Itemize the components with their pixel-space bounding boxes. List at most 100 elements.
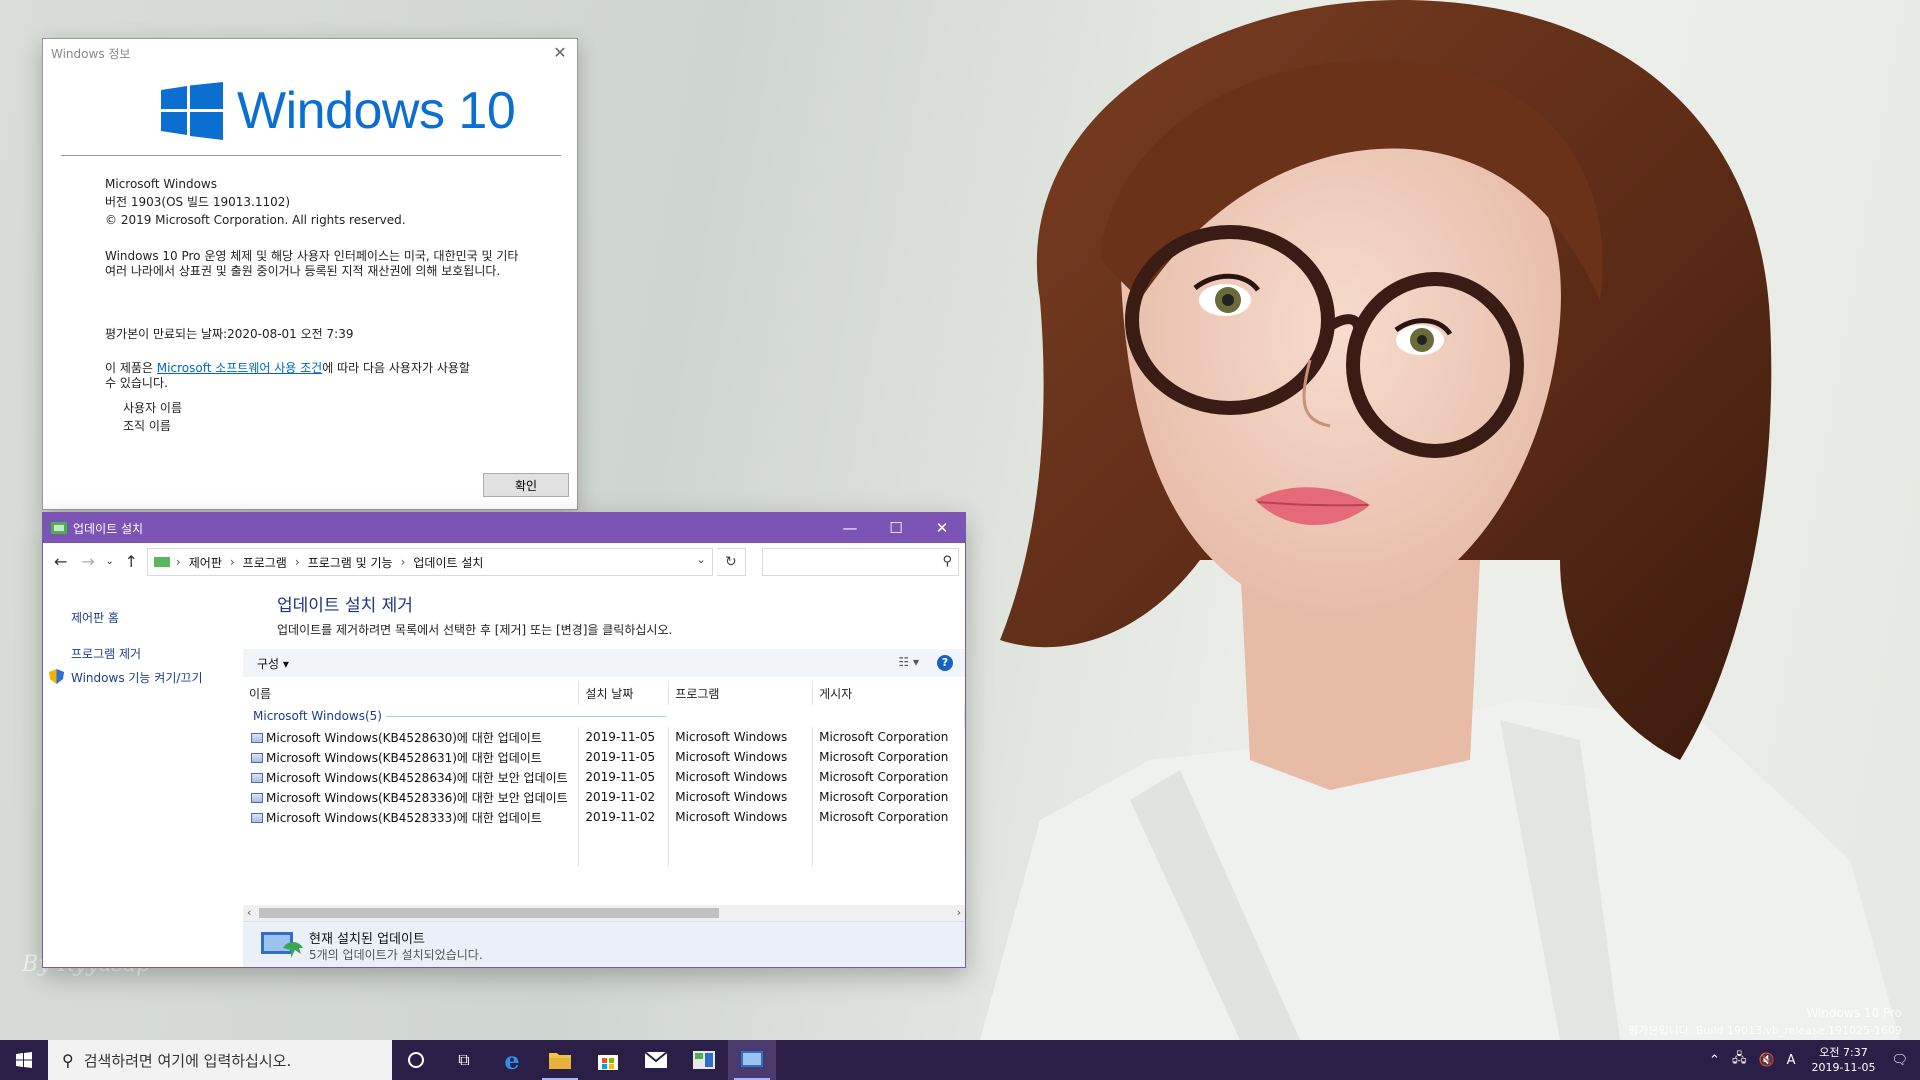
details-title: 현재 설치된 업데이트	[309, 932, 425, 947]
volume-muted-icon[interactable]: 🔇	[1758, 1053, 1774, 1068]
update-program: Microsoft Windows	[668, 787, 814, 807]
show-hidden-icons-chevron-icon[interactable]: ⌃	[1709, 1053, 1720, 1068]
uninstall-program-link[interactable]: 프로그램 제거	[71, 645, 141, 662]
address-bar[interactable]: › 제어판 › 프로그램 › 프로그램 및 기능 › 업데이트 설치 ⌄	[146, 548, 713, 576]
update-icon	[251, 792, 263, 803]
navigation-bar: ← → ⌄ ↑ › 제어판 › 프로그램 › 프로그램 및 기능 › 업데이트 …	[43, 543, 965, 581]
table-row[interactable]: Microsoft Windows(KB4528631)에 대한 업데이트 20…	[243, 747, 965, 767]
table-row[interactable]: Microsoft Windows(KB4528333)에 대한 업데이트 20…	[243, 807, 965, 827]
folder-icon	[549, 1053, 571, 1069]
installed-updates-icon	[741, 1051, 763, 1067]
clock-time: 오전 7:37	[1819, 1046, 1868, 1059]
store-taskbar-button[interactable]	[584, 1040, 632, 1080]
update-date: 2019-11-05	[578, 747, 670, 767]
column-header-install-date[interactable]: 설치 날짜	[578, 681, 670, 705]
breadcrumb-separator: ›	[175, 555, 181, 569]
scroll-right-arrow-icon[interactable]: ›	[957, 905, 961, 921]
ime-indicator[interactable]: A	[1787, 1053, 1796, 1068]
taskbar: ⚲ 검색하려면 여기에 입력하십시오. ⧉ e ⌃ 🖧 🔇 A 오전 7:37 …	[0, 1040, 1920, 1080]
mail-taskbar-button[interactable]	[632, 1040, 680, 1080]
column-header-name[interactable]: 이름	[243, 681, 580, 705]
forward-arrow-icon[interactable]: →	[76, 550, 99, 574]
up-arrow-icon[interactable]: ↑	[120, 550, 143, 574]
update-program: Microsoft Windows	[668, 747, 814, 767]
page-heading: 업데이트 설치 제거	[277, 596, 413, 616]
back-arrow-icon[interactable]: ←	[49, 550, 72, 574]
update-name: Microsoft Windows(KB4528336)에 대한 보안 업데이트	[266, 790, 568, 805]
column-header-program[interactable]: 프로그램	[668, 681, 814, 705]
breadcrumb-control-panel[interactable]: 제어판	[189, 554, 222, 571]
windows-logo: Windows 10	[161, 81, 516, 141]
table-row[interactable]: Microsoft Windows(KB4528630)에 대한 업데이트 20…	[243, 727, 965, 747]
organize-button[interactable]: 구성 ▾	[257, 655, 289, 672]
cortana-button[interactable]	[392, 1040, 440, 1080]
close-button[interactable]: ✕	[919, 513, 965, 543]
about-license-text: 이 제품은 Microsoft 소프트웨어 사용 조건에 따라 다음 사용자가 …	[105, 361, 475, 391]
about-close-button[interactable]: ✕	[549, 43, 571, 63]
breadcrumb-separator: ›	[229, 555, 235, 569]
search-box[interactable]: ⚲	[761, 548, 960, 576]
license-terms-link[interactable]: Microsoft 소프트웨어 사용 조건	[157, 361, 322, 375]
network-icon[interactable]: 🖧	[1732, 1049, 1747, 1071]
minimize-button[interactable]: —	[827, 513, 873, 543]
scroll-left-arrow-icon[interactable]: ‹	[247, 905, 251, 921]
update-publisher: Microsoft Corporation	[819, 810, 949, 824]
update-program: Microsoft Windows	[668, 727, 814, 747]
search-icon: ⚲	[942, 554, 953, 569]
taskbar-search-box[interactable]: ⚲ 검색하려면 여기에 입력하십시오.	[48, 1040, 392, 1080]
recent-locations-chevron-icon[interactable]: ⌄	[104, 550, 116, 574]
installed-updates-icon	[261, 928, 305, 965]
task-view-button[interactable]: ⧉	[440, 1040, 488, 1080]
taskbar-clock[interactable]: 오전 7:37 2019-11-05	[1812, 1045, 1876, 1075]
installed-updates-taskbar-button[interactable]	[728, 1040, 776, 1080]
window-titlebar[interactable]: 업데이트 설치 — ☐ ✕	[43, 513, 965, 543]
table-row[interactable]: Microsoft Windows(KB4528634)에 대한 보안 업데이트…	[243, 767, 965, 787]
edge-taskbar-button[interactable]: e	[488, 1040, 536, 1080]
group-header[interactable]: Microsoft Windows(5)	[243, 705, 965, 727]
view-options-icon[interactable]: ☷ ▾	[898, 655, 919, 669]
main-content: 업데이트 설치 제거 업데이트를 제거하려면 목록에서 선택한 후 [제거] 또…	[243, 581, 965, 967]
search-icon: ⚲	[62, 1050, 74, 1070]
breadcrumb-installed-updates[interactable]: 업데이트 설치	[413, 554, 483, 571]
window-title: 업데이트 설치	[73, 521, 144, 536]
windows-features-link[interactable]: Windows 기능 켜기/끄기	[71, 669, 202, 686]
scrollbar-thumb[interactable]	[259, 908, 719, 918]
control-panel-pinned-button[interactable]	[680, 1040, 728, 1080]
system-tray: ⌃ 🖧 🔇 A 오전 7:37 2019-11-05 🗨	[1703, 1040, 1920, 1080]
start-button[interactable]	[0, 1040, 48, 1080]
refresh-button[interactable]: ↻	[716, 548, 746, 576]
about-product: Microsoft Windows	[105, 177, 217, 191]
maximize-button[interactable]: ☐	[873, 513, 919, 543]
update-date: 2019-11-02	[578, 807, 670, 827]
breadcrumb-separator: ›	[294, 555, 300, 569]
about-org-name: 조직 이름	[123, 419, 171, 433]
update-date: 2019-11-02	[578, 787, 670, 807]
details-pane: 현재 설치된 업데이트 5개의 업데이트가 설치되었습니다.	[243, 921, 965, 967]
help-icon[interactable]: ?	[937, 655, 953, 671]
horizontal-scrollbar[interactable]: ‹ ›	[243, 905, 965, 921]
address-dropdown-icon[interactable]: ⌄	[696, 553, 705, 566]
watermark-build: 평가본입니다. Build 19013.vb_release.191025-16…	[1628, 1024, 1902, 1037]
action-center-icon[interactable]: 🗨	[1891, 1053, 1908, 1068]
ok-button[interactable]: 확인	[483, 473, 569, 497]
about-windows-dialog: Windows 정보 ✕ Windows 10 Microsoft Window…	[42, 38, 578, 510]
update-publisher: Microsoft Corporation	[819, 790, 949, 804]
taskbar-search-placeholder: 검색하려면 여기에 입력하십시오.	[83, 1051, 292, 1070]
update-icon	[251, 812, 263, 823]
left-navigation-pane: 제어판 홈 프로그램 제거 Windows 기능 켜기/끄기	[43, 581, 243, 967]
cortana-circle-icon	[408, 1052, 424, 1068]
update-name: Microsoft Windows(KB4528631)에 대한 업데이트	[266, 750, 542, 765]
breadcrumb-programs-features[interactable]: 프로그램 및 기능	[308, 554, 393, 571]
installed-updates-window: 업데이트 설치 — ☐ ✕ ← → ⌄ ↑ › 제어판 › 프로그램 › 프로그…	[42, 512, 966, 968]
update-publisher: Microsoft Corporation	[819, 750, 949, 764]
breadcrumb-programs[interactable]: 프로그램	[243, 554, 287, 571]
file-explorer-taskbar-button[interactable]	[536, 1040, 584, 1080]
table-row[interactable]: Microsoft Windows(KB4528336)에 대한 보안 업데이트…	[243, 787, 965, 807]
watermark-edition: Windows 10 Pro	[1806, 1006, 1902, 1020]
control-panel-location-icon	[153, 557, 170, 567]
update-date: 2019-11-05	[578, 727, 670, 747]
command-bar: 구성 ▾ ☷ ▾ ?	[243, 649, 965, 677]
update-name: Microsoft Windows(KB4528630)에 대한 업데이트	[266, 730, 542, 745]
control-panel-home-link[interactable]: 제어판 홈	[71, 609, 119, 626]
column-header-publisher[interactable]: 게시자	[813, 681, 965, 705]
